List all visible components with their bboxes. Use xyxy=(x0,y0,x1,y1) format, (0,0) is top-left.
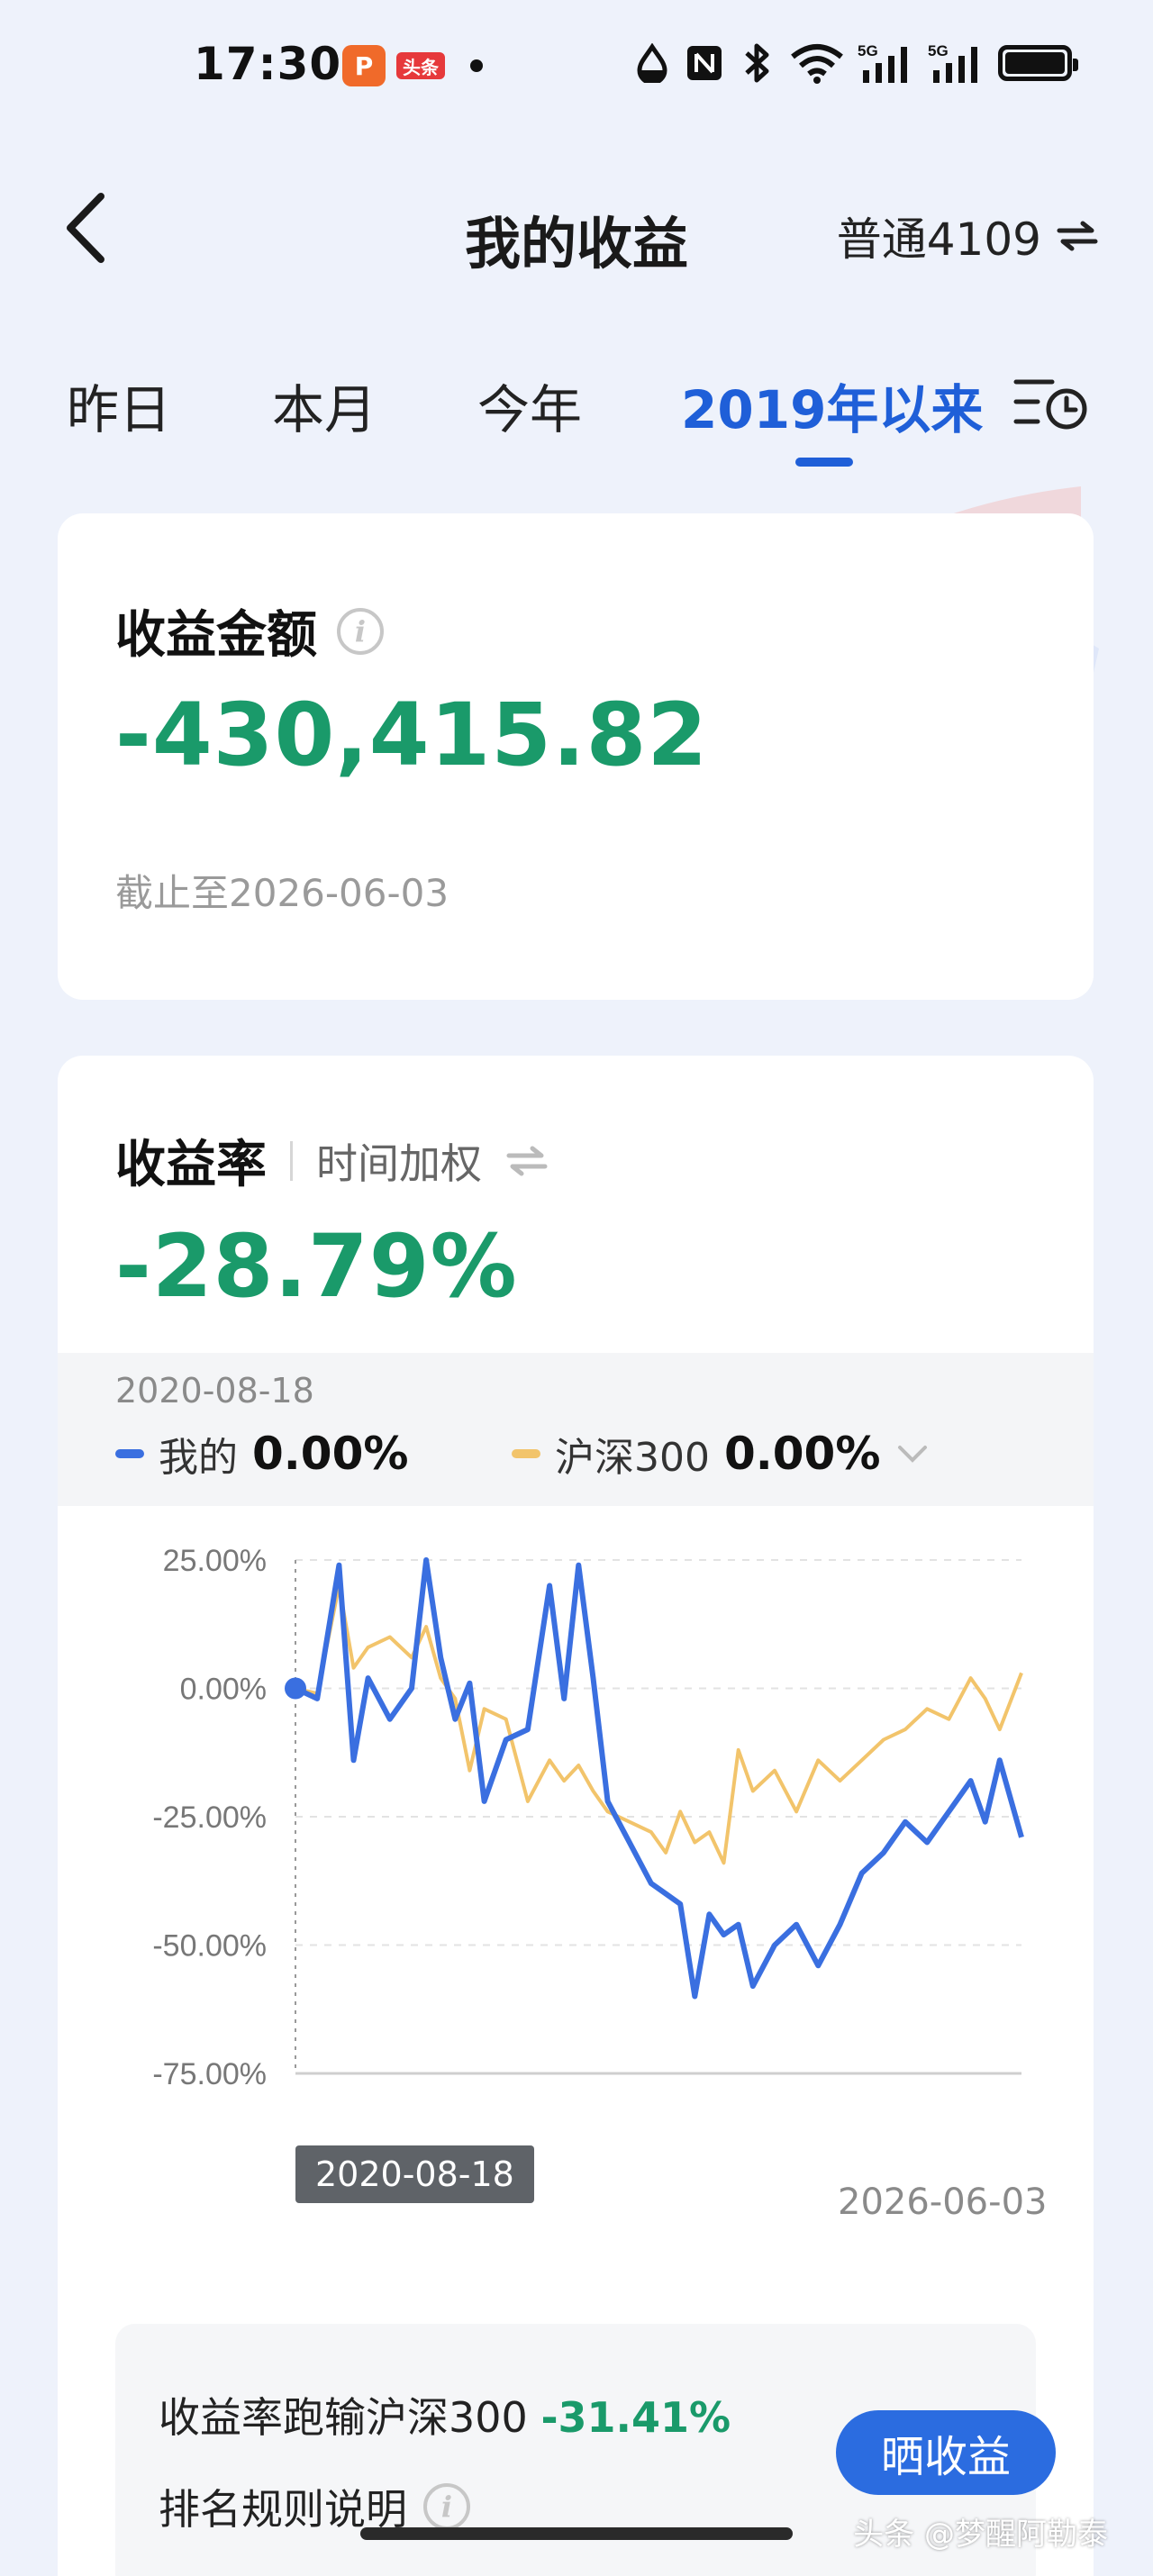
swap-mode-icon[interactable] xyxy=(505,1145,549,1177)
mine-swatch xyxy=(115,1449,144,1458)
legend-index[interactable]: 沪深300 0.00% xyxy=(512,1425,931,1483)
nfc-icon xyxy=(685,43,724,83)
return-card: 收益率 时间加权 -28.79% 2020-08-18 我的 0.00% 沪深3… xyxy=(58,1056,1094,2576)
x-start-label: 2020-08-18 xyxy=(295,2145,534,2203)
crosshair-point xyxy=(285,1677,306,1700)
data-saver-icon xyxy=(632,43,672,83)
y-tick-label: -75.00% xyxy=(152,2057,267,2091)
mine-value: 0.00% xyxy=(252,1428,409,1480)
tab-this-month[interactable]: 本月 xyxy=(272,367,377,443)
earnings-amount: -430,415.82 xyxy=(115,685,709,785)
signal-5g-icon-1: 5G xyxy=(858,42,915,83)
tab-since-2019[interactable]: 2019年以来 xyxy=(681,367,983,443)
series-line-index xyxy=(295,1583,1023,1865)
svg-text:5G: 5G xyxy=(928,42,949,59)
mine-label: 我的 xyxy=(159,1435,238,1481)
account-label: 普通4109 xyxy=(836,213,1041,266)
watermark: 头条 @梦醒阿勒泰 xyxy=(853,2517,1108,2553)
legend-mine: 我的 0.00% xyxy=(115,1425,408,1483)
return-chart[interactable]: 25.00% 0.00% -25.00% -50.00% -75.00% xyxy=(58,1524,1094,2154)
status-icons: 5G 5G xyxy=(632,36,1078,90)
notification-dot xyxy=(470,59,483,72)
account-switcher[interactable]: 普通4109 xyxy=(837,204,1099,268)
y-tick-label: -25.00% xyxy=(152,1800,267,1835)
as-of-date: 截止至2026-06-03 xyxy=(115,871,449,915)
tab-this-year[interactable]: 今年 xyxy=(477,367,582,443)
rank-value: -31.41% xyxy=(540,2393,731,2442)
return-rate: -28.79% xyxy=(115,1216,518,1317)
svg-text:5G: 5G xyxy=(858,42,878,59)
legend-date: 2020-08-18 xyxy=(115,1371,314,1410)
active-tab-indicator xyxy=(795,458,853,467)
rank-prefix: 收益率跑输沪深300 xyxy=(159,2393,528,2442)
status-time: 17:30 xyxy=(194,38,342,90)
tab-yesterday[interactable]: 昨日 xyxy=(67,367,171,443)
swap-icon xyxy=(1057,221,1098,251)
earnings-label: 收益金额 xyxy=(115,606,317,665)
history-filter-button[interactable] xyxy=(1011,369,1092,432)
x-end-label: 2026-06-03 xyxy=(838,2181,1048,2223)
separator xyxy=(290,1140,293,1181)
return-label: 收益率 xyxy=(115,1136,267,1194)
index-label: 沪深300 xyxy=(555,1435,710,1481)
toutiao-app-icon: 头条 xyxy=(396,52,445,79)
y-tick-label: 0.00% xyxy=(180,1673,267,1707)
p-app-icon: P xyxy=(342,45,386,86)
index-swatch xyxy=(512,1449,540,1458)
weighting-mode[interactable]: 时间加权 xyxy=(316,1131,482,1191)
bluetooth-icon xyxy=(737,43,776,83)
share-earnings-button[interactable]: 晒收益 xyxy=(836,2410,1056,2495)
y-tick-label: -50.00% xyxy=(152,1929,267,1964)
rank-summary: 收益率跑输沪深300 -31.41% xyxy=(159,2385,731,2444)
chevron-down-icon[interactable] xyxy=(894,1440,931,1467)
signal-5g-icon-2: 5G xyxy=(928,42,985,83)
wifi-icon xyxy=(789,43,845,84)
earnings-card: 收益金额 i -430,415.82 截止至2026-06-03 xyxy=(58,513,1094,1000)
home-indicator[interactable] xyxy=(360,2527,793,2540)
index-value: 0.00% xyxy=(723,1428,881,1480)
y-tick-label: 25.00% xyxy=(163,1544,267,1578)
series-line-mine xyxy=(294,1557,1024,2000)
info-icon[interactable]: i xyxy=(423,2483,470,2530)
status-bar: 17:30 P 头条 5G 5G xyxy=(0,0,1153,135)
info-icon[interactable]: i xyxy=(337,607,384,655)
history-list-icon xyxy=(1013,379,1087,430)
battery-icon xyxy=(998,45,1078,81)
